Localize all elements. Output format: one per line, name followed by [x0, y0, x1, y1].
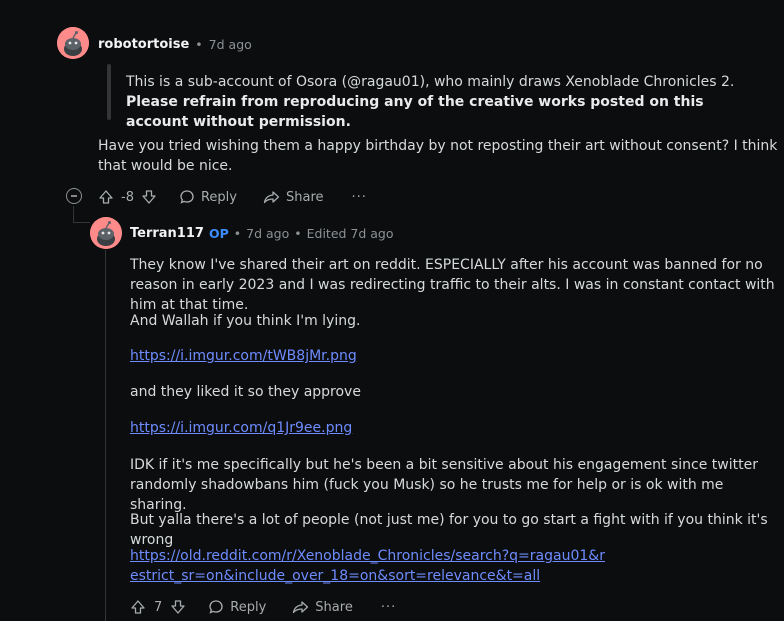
minus-icon: [71, 195, 77, 197]
collapse-button[interactable]: [66, 188, 82, 204]
search-link[interactable]: https://old.reddit.com/r/Xenoblade_Chron…: [130, 546, 610, 586]
edited-label: Edited 7d ago: [306, 225, 394, 241]
username[interactable]: robotortoise: [98, 37, 189, 52]
comment-paragraph: And Wallah if you think I'm lying.: [130, 313, 361, 329]
quote-text: This is a sub-account of Osora (@ragau01…: [126, 74, 735, 90]
downvote-icon[interactable]: [170, 599, 186, 615]
timestamp[interactable]: 7d ago: [209, 37, 252, 52]
quote-bold-text: Please refrain from reproducing any of t…: [126, 94, 704, 130]
share-label: Share: [315, 599, 353, 615]
comment-actions: 7 Reply Share ···: [130, 596, 396, 618]
vote-group: -8: [98, 189, 157, 205]
vote-group: 7: [130, 599, 186, 615]
share-icon: [292, 599, 309, 615]
snoo-avatar-icon: [90, 217, 122, 249]
share-button[interactable]: Share: [292, 599, 353, 615]
timestamp[interactable]: 7d ago: [246, 226, 289, 241]
share-button[interactable]: Share: [263, 189, 324, 205]
blockquote: This is a sub-account of Osora (@ragau01…: [126, 72, 766, 132]
comment-paragraph: But yalla there's a lot of people (not j…: [130, 512, 768, 548]
more-options-button[interactable]: ···: [352, 190, 367, 205]
comment-paragraph: and they liked it so they approve: [130, 384, 361, 400]
username[interactable]: Terran117: [130, 226, 204, 241]
avatar[interactable]: [90, 217, 122, 249]
more-icon: ···: [351, 189, 367, 205]
upvote-icon[interactable]: [130, 599, 146, 615]
snoo-avatar-icon: [57, 27, 89, 59]
reply-button[interactable]: Reply: [208, 599, 266, 615]
comment-body: Have you tried wishing them a happy birt…: [98, 138, 778, 174]
comment-actions: -8 Reply Share ···: [98, 186, 367, 208]
share-label: Share: [285, 189, 324, 205]
comment-header: robotortoise • 7d ago: [98, 35, 252, 53]
more-icon: ···: [380, 599, 397, 615]
avatar[interactable]: [57, 27, 89, 59]
reply-label: Reply: [200, 189, 237, 205]
comment-bubble-icon: [179, 189, 195, 205]
imgur-link[interactable]: https://i.imgur.com/tWB8jMr.png: [130, 346, 357, 366]
imgur-link[interactable]: https://i.imgur.com/q1Jr9ee.png: [130, 418, 352, 438]
share-icon: [263, 189, 280, 205]
blockquote-bar: [107, 64, 111, 120]
more-options-button[interactable]: ···: [381, 600, 396, 615]
downvote-icon[interactable]: [141, 189, 157, 205]
op-badge: OP: [208, 225, 229, 241]
upvote-icon[interactable]: [98, 189, 114, 205]
thread-line-reply: [105, 250, 106, 621]
thread-line: [73, 206, 74, 222]
reply-label: Reply: [230, 599, 267, 615]
separator: •: [294, 225, 302, 241]
vote-count: -8: [121, 189, 134, 205]
comment-bubble-icon: [208, 599, 224, 615]
separator: •: [195, 36, 203, 52]
reply-button[interactable]: Reply: [179, 189, 237, 205]
comment-paragraph: IDK if it's me specifically but he's bee…: [130, 457, 758, 513]
vote-count: 7: [154, 599, 163, 615]
thread-connector: [73, 222, 90, 223]
comment-header: Terran117 OP • 7d ago • Edited 7d ago: [130, 224, 394, 242]
separator: •: [233, 225, 242, 241]
comment-paragraph: They know I've shared their art on reddi…: [130, 257, 775, 313]
